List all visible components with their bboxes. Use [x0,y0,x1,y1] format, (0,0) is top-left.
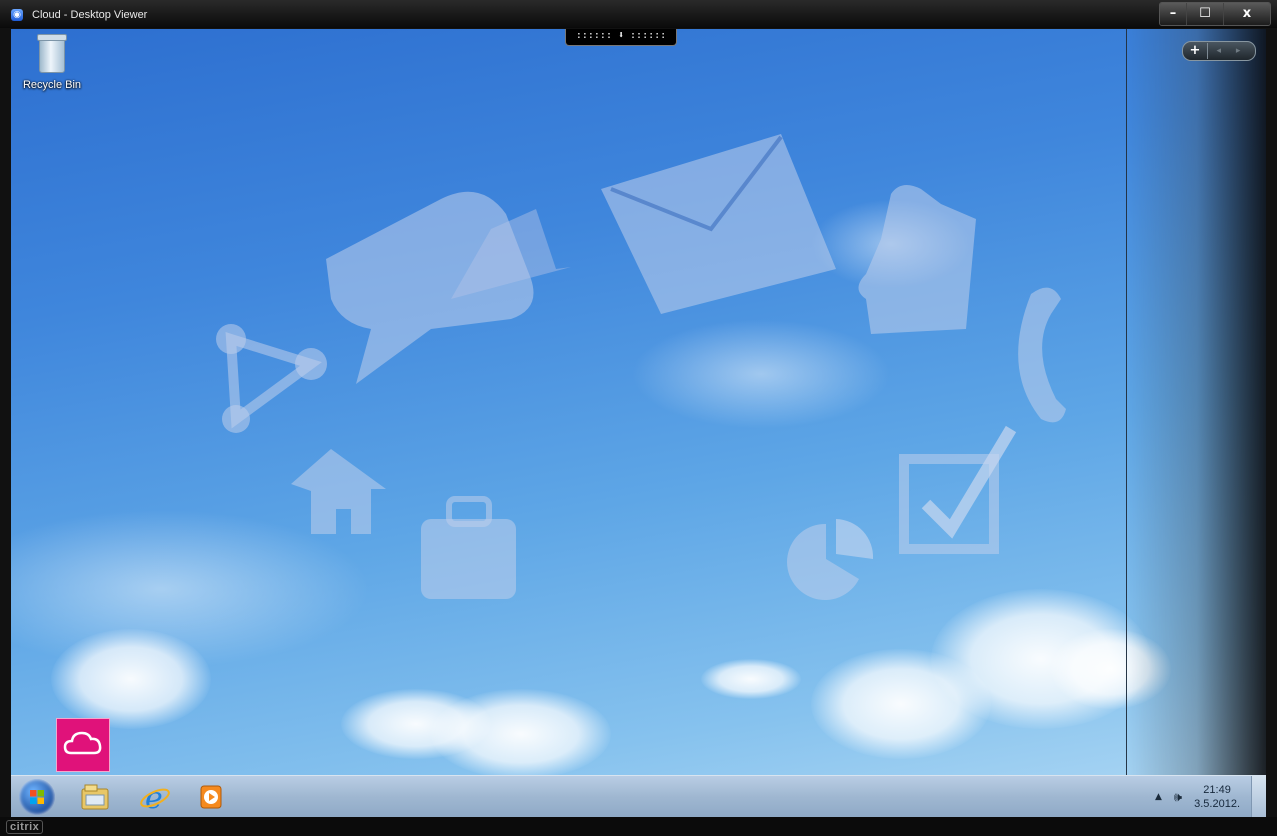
media-player-button[interactable] [197,781,229,813]
title-bar[interactable]: ◉ Cloud - Desktop Viewer – ☐ x [0,0,1277,28]
pie-chart-icon [787,519,874,600]
show-hidden-icons-button[interactable]: ▲ [1155,792,1162,802]
taskbar: e ▲ 🕪 21:49 3.5.2012. [11,775,1266,818]
close-button[interactable]: x [1223,3,1270,25]
recycle-bin-shortcut[interactable]: Recycle Bin [15,34,89,91]
side-panel [1126,29,1266,775]
maximize-button[interactable]: ☐ [1186,3,1223,25]
clock-date: 3.5.2012. [1194,798,1240,810]
cloud-app-tile[interactable] [56,718,110,772]
clock[interactable]: 21:49 3.5.2012. [1194,783,1240,811]
viewer-toolbar-tab[interactable]: :::::: ⬇ :::::: [565,29,677,46]
windows-explorer-button[interactable] [79,781,111,813]
window-title: Cloud - Desktop Viewer [32,9,148,21]
start-button[interactable] [19,779,55,815]
status-bar: citrix [0,817,1277,836]
volume-icon[interactable]: 🕪 [1174,790,1182,805]
internet-explorer-icon: e [140,781,170,816]
briefcase-icon [421,496,516,599]
app-icon: ◉ [11,9,23,21]
add-button[interactable]: + [1183,43,1208,59]
wallpaper-icons [216,134,1066,600]
house-icon [291,449,386,534]
recycle-bin-label: Recycle Bin [22,79,82,91]
recycle-bin-icon [37,34,67,73]
envelope-icon [601,134,836,314]
svg-text:e: e [145,781,163,813]
windows-explorer-icon [81,784,109,810]
phone-icon [1018,287,1066,423]
internet-explorer-button[interactable]: e [139,781,171,816]
window-controls: – ☐ x [1159,2,1271,26]
system-tray: ▲ 🕪 21:49 3.5.2012. [1155,780,1240,814]
clock-time: 21:49 [1203,784,1231,796]
chat-bubble-icon [326,191,534,384]
cloud-icon [63,731,102,755]
media-player-icon [200,785,222,809]
checkbox-icon [899,425,1017,554]
windows-logo-icon [30,790,44,804]
desktop-viewer-window: ◉ Cloud - Desktop Viewer – ☐ x Recycle B… [0,0,1277,836]
citrix-logo: citrix [6,820,44,834]
share-icon [216,324,327,433]
puzzle-icon [858,185,976,334]
panel-nav-arrows[interactable]: ◂ ▸ [1208,46,1255,56]
minimize-button[interactable]: – [1160,3,1186,25]
show-desktop-button[interactable] [1251,776,1266,818]
remote-desktop[interactable]: Recycle Bin + ◂ ▸ [11,29,1266,775]
panel-controls: + ◂ ▸ [1182,41,1256,61]
